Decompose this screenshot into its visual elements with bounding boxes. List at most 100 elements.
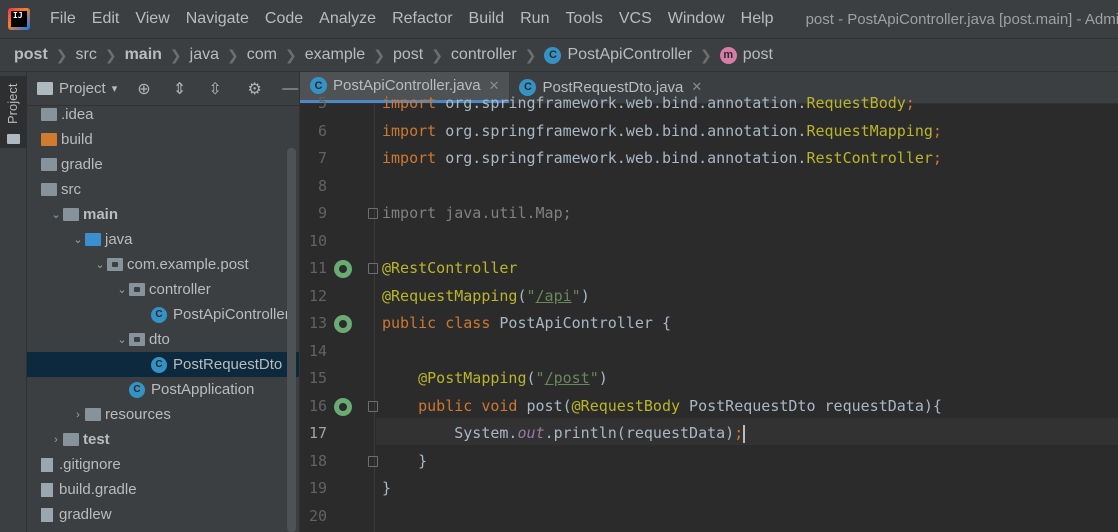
tree-item[interactable]: src	[27, 177, 299, 202]
code-text: public void post(@RequestBody PostReques…	[418, 396, 942, 415]
chevron-right-icon: ❯	[169, 46, 182, 63]
menu-run[interactable]: Run	[512, 10, 557, 28]
tree-item-label: .gitignore	[59, 456, 121, 473]
line-number: 14	[308, 341, 327, 360]
collapse-all-icon[interactable]: ⇳	[206, 79, 224, 99]
fold-icon[interactable]	[368, 400, 378, 412]
tree-item[interactable]: gradlew	[27, 502, 299, 527]
folder-icon	[85, 408, 101, 421]
code-line: 8	[300, 173, 1118, 200]
breadcrumb-item[interactable]: post	[393, 46, 423, 64]
tree-item[interactable]: ⌄ com.example.post	[27, 252, 299, 277]
line-number: 7	[317, 149, 327, 167]
menu-analyze[interactable]: Analyze	[311, 10, 384, 28]
chevron-right-icon: ❯	[284, 46, 297, 63]
spring-bean-icon[interactable]	[334, 315, 352, 333]
menu-file[interactable]: File	[42, 10, 84, 28]
breadcrumb-item[interactable]: example	[305, 46, 365, 64]
chevron-down-icon[interactable]: ⌄	[115, 283, 129, 296]
code-editor[interactable]: 5 import org.springframework.web.bind.ann…	[300, 94, 1118, 532]
code-line: 14	[300, 338, 1118, 365]
spring-bean-icon[interactable]	[334, 397, 352, 416]
tree-item[interactable]: ⌄ controller	[27, 277, 299, 302]
menu-view[interactable]: View	[127, 10, 177, 28]
chevron-down-icon[interactable]: ⌄	[71, 233, 85, 246]
code-text: import org.springframework.web.bind.anno…	[382, 121, 942, 140]
tree-item-label: dto	[149, 331, 170, 348]
line-number: 6	[317, 121, 327, 140]
code-line: 9 import java.util.Map;	[300, 200, 1118, 227]
tree-item[interactable]: › resources	[27, 402, 299, 427]
gear-icon[interactable]: ⚙	[246, 79, 264, 99]
chevron-right-icon[interactable]: ›	[49, 434, 63, 446]
tree-item[interactable]: › test	[27, 427, 299, 452]
code-line: 20	[300, 503, 1118, 530]
project-view-dropdown[interactable]: Project ▾	[37, 80, 117, 97]
line-number: 13	[308, 314, 327, 332]
breadcrumb-item-method[interactable]: m post	[719, 46, 773, 64]
menu-window[interactable]: Window	[660, 10, 733, 28]
code-text: @PostMapping("/post")	[418, 369, 608, 387]
fold-icon[interactable]	[368, 455, 378, 467]
breadcrumb-item[interactable]: post	[14, 46, 48, 64]
code-line: 7 import org.springframework.web.bind.ann…	[300, 145, 1118, 172]
code-line: 15 @PostMapping("/post")	[300, 365, 1118, 392]
package-icon	[129, 283, 145, 296]
chevron-right-icon[interactable]: ›	[71, 409, 85, 421]
menu-tools[interactable]: Tools	[557, 10, 610, 28]
menu-vcs[interactable]: VCS	[611, 10, 660, 28]
chevron-right-icon: ❯	[699, 46, 712, 63]
tree-item-label: java	[105, 231, 133, 248]
menu-build[interactable]: Build	[461, 10, 513, 28]
tree-item[interactable]: ⌄ java	[27, 227, 299, 252]
chevron-right-icon: ❯	[55, 46, 68, 63]
tree-item[interactable]: ⌄ main	[27, 202, 299, 227]
chevron-down-icon[interactable]: ⌄	[49, 208, 63, 221]
tree-item[interactable]: build.gradle	[27, 477, 299, 502]
project-tool-tab[interactable]: Project	[0, 76, 27, 148]
fold-icon[interactable]	[368, 208, 378, 219]
menu-navigate[interactable]: Navigate	[178, 10, 257, 28]
folder-icon	[41, 133, 57, 146]
fold-icon[interactable]	[368, 263, 378, 274]
breadcrumb-item[interactable]: src	[76, 46, 97, 64]
locate-icon[interactable]: ⊕	[135, 79, 153, 99]
tree-item[interactable]: gradle	[27, 152, 299, 177]
spring-bean-icon[interactable]	[334, 260, 352, 278]
expand-all-icon[interactable]: ⇕	[171, 79, 189, 99]
chevron-down-icon[interactable]: ⌄	[93, 258, 107, 271]
menu-edit[interactable]: Edit	[84, 10, 128, 28]
breadcrumb-item[interactable]: main	[125, 46, 162, 64]
menu-help[interactable]: Help	[733, 10, 782, 28]
chevron-right-icon: ❯	[431, 46, 443, 63]
line-number: 17	[308, 424, 327, 442]
tree-item-label: gradle	[61, 156, 103, 173]
intellij-logo-icon: IJ	[8, 8, 30, 30]
breadcrumb-item-class[interactable]: C PostApiController	[544, 46, 692, 64]
code-line: 6 import org.springframework.web.bind.ann…	[300, 118, 1118, 145]
tree-item[interactable]: .gitignore	[27, 452, 299, 477]
line-number: 8	[317, 176, 327, 195]
menu-code[interactable]: Code	[257, 10, 311, 28]
folder-icon	[41, 158, 57, 171]
tree-item[interactable]: .idea	[27, 102, 299, 127]
tree-item-label: resources	[105, 406, 171, 423]
code-text: @RequestMapping("/api")	[382, 286, 590, 305]
tree-item[interactable]: C PostApplication	[27, 377, 299, 402]
menu-refactor[interactable]: Refactor	[384, 10, 460, 28]
breadcrumb-item[interactable]: controller	[451, 46, 517, 64]
chevron-down-icon[interactable]: ⌄	[115, 333, 129, 346]
breadcrumb-item[interactable]: com	[247, 46, 277, 64]
project-scrollbar[interactable]	[287, 148, 296, 532]
file-icon	[41, 457, 53, 472]
folder-icon	[41, 108, 57, 121]
tree-item[interactable]: build	[27, 127, 299, 152]
line-number: 16	[308, 396, 327, 415]
chevron-right-icon: ❯	[524, 46, 537, 63]
hide-icon[interactable]: —	[281, 80, 299, 98]
breadcrumb-item[interactable]: java	[190, 46, 219, 64]
tree-item[interactable]: C PostApiController	[27, 302, 299, 327]
tree-item[interactable]: ⌄ dto	[27, 327, 299, 352]
tree-item-label: com.example.post	[127, 256, 249, 273]
tree-item[interactable]: C PostRequestDto	[27, 352, 299, 377]
